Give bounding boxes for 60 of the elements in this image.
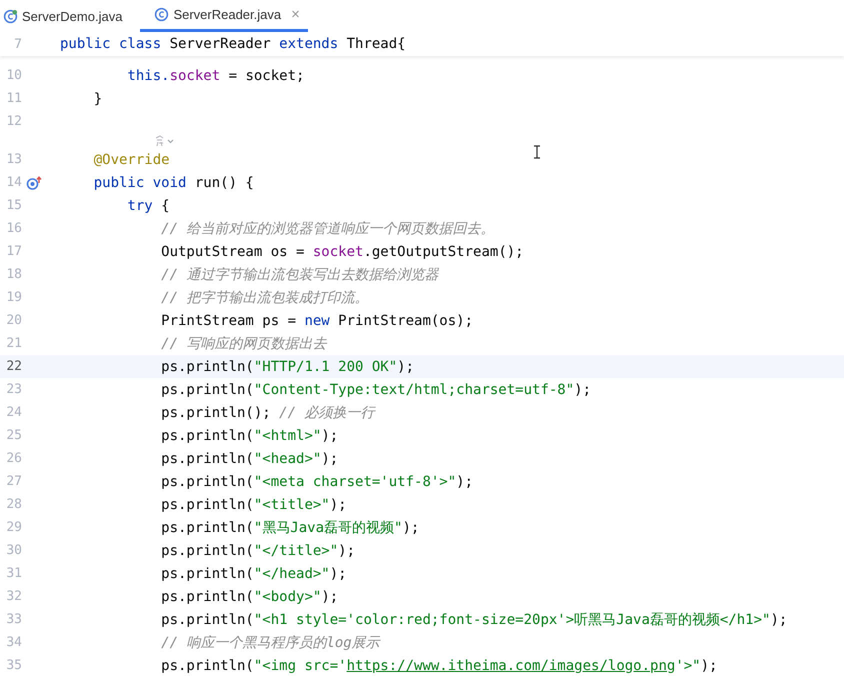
code-line: ps.println("<head>"); [160,450,338,466]
code-line: // 把字节输出流包装成打印流。 [160,288,368,306]
code-line: public class ServerReader extends Thread{ [60,36,406,52]
code-line: ps.println("</title>"); [160,542,356,558]
author-hint-icon[interactable] [154,134,176,146]
line-number: 31 [5,566,22,581]
line-number: 19 [5,290,22,305]
line-number: 35 [5,658,22,673]
code-line: PrintStream ps = new PrintStream(os); [160,312,474,328]
line-number: 7 [13,36,22,52]
line-number: 10 [5,68,22,83]
line-number: 11 [5,91,22,106]
code-line: ps.println("<html>"); [160,428,338,444]
line-number: 18 [5,267,22,282]
code-line: // 通过字节输出流包装写出去数据给浏览器 [160,266,438,284]
code-line: OutputStream os = socket.getOutputStream(); [160,244,524,260]
override-marker-icon[interactable] [26,176,42,190]
code-line: ps.println("</head>"); [160,566,347,582]
line-number: 14 [5,175,22,190]
line-number: 27 [5,474,22,489]
line-number: 26 [5,451,22,466]
code-line: ps.println("<img src='https://www.itheima.com/images/logo.png'>"); [160,658,718,674]
code-line: ps.println("Content-Type:text/html;charset=utf-8"); [160,382,592,398]
code-line: ps.println("黑马Java磊哥的视频"); [160,518,420,536]
code-line: ps.println(); // 必须换一行 [160,404,374,422]
class-file-icon [3,8,18,24]
code-line: // 写响应的网页数据出去 [160,334,326,352]
code-line: ps.println("HTTP/1.1 200 OK"); [160,358,414,374]
code-link[interactable]: https://www.itheima.com/images/logo.png [346,658,676,674]
line-number: 16 [5,221,22,236]
text-cursor-icon [533,145,541,159]
code-line: // 给当前对应的浏览器管道响应一个网页数据回去。 [160,220,494,238]
line-number: 24 [5,405,22,420]
code-line: public void run() { [92,174,254,190]
line-number: 17 [5,244,22,259]
editor-tab[interactable]: ServerDemo.java [0,0,140,32]
line-number: 25 [5,428,22,443]
line-number: 33 [5,612,22,627]
line-number: 29 [5,520,22,535]
code-line: ps.println("<body>"); [160,588,338,604]
line-number: 15 [5,198,22,213]
class-file-icon [154,7,170,22]
code-line: // 响应一个黑马程序员的log展示 [160,634,380,652]
code-line: @Override [92,152,170,168]
line-number: 28 [5,497,22,512]
code-line: this.socket = socket; [126,68,304,84]
line-number: 20 [5,313,22,328]
code-line: ps.println("<h1 style='color:red;font-size=20px'>听黑马Java磊哥的视频</h1>"); [160,610,788,628]
line-number: 32 [5,589,22,604]
line-number: 30 [5,543,22,558]
line-number: 13 [5,152,22,167]
line-number: 12 [5,114,22,129]
code-line: try { [126,198,170,214]
line-number: 23 [5,382,22,397]
code-line: ps.println("<meta charset='utf-8'>"); [160,474,474,490]
line-number: 22 [5,359,22,374]
line-number: 21 [5,336,22,351]
code-line: } [92,90,102,106]
code-line: ps.println("<title>"); [160,496,347,512]
line-number: 34 [5,635,22,650]
